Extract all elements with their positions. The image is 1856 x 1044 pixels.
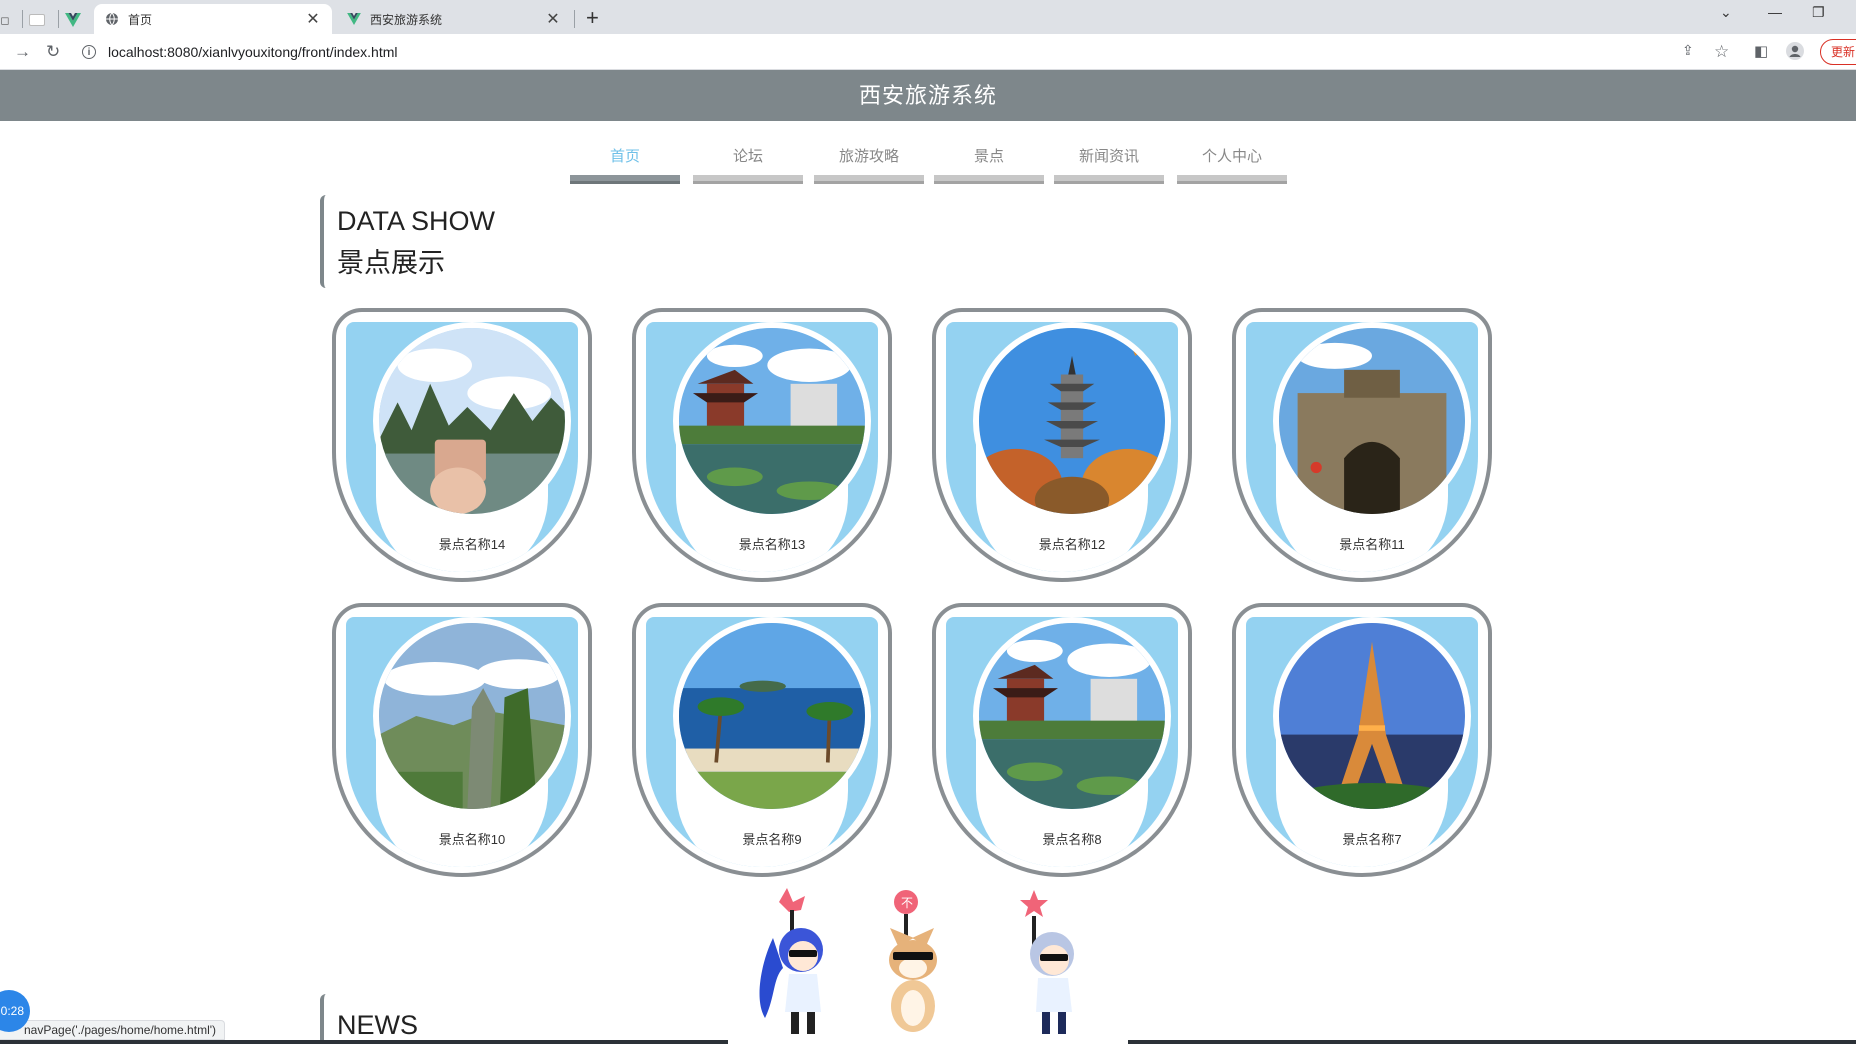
attraction-photo[interactable] (973, 617, 1171, 815)
nav-item-personal-center[interactable]: 个人中心 (1177, 134, 1287, 184)
close-icon[interactable]: ✕ (544, 9, 562, 29)
attraction-name: 景点名称14 (438, 537, 506, 552)
pinned-tab[interactable]: ◻ (0, 6, 18, 34)
attraction-card[interactable]: 景点名称11 (1232, 308, 1492, 582)
attraction-card[interactable]: 景点名称10 (332, 603, 592, 877)
attraction-card[interactable]: 景点名称9 (632, 603, 892, 877)
main-nav: 首页 论坛 旅游攻略 景点 新闻资讯 个人中心 (570, 134, 1290, 184)
nav-label: 个人中心 (1201, 148, 1262, 165)
tab-separator (58, 10, 59, 28)
attraction-card[interactable]: 景点名称14 (332, 308, 592, 582)
close-icon[interactable]: ✕ (304, 9, 322, 29)
attraction-photo[interactable] (1273, 322, 1471, 520)
browser-toolbar: → ↻ i localhost:8080/xianlvyouxitong/fro… (0, 34, 1856, 70)
vue-logo-icon (65, 13, 81, 27)
bookmark-star-icon[interactable]: ☆ (1714, 42, 1729, 62)
svg-text:不: 不 (901, 896, 913, 910)
profile-avatar-icon[interactable] (1786, 42, 1804, 65)
data-show-heading: DATA SHOW 景点展示 (320, 195, 495, 288)
card-backdrop: 景点名称9 (646, 617, 878, 867)
blank-page-icon (29, 14, 45, 26)
forward-arrow-icon[interactable]: → (14, 42, 31, 62)
tab-xian-travel-title: 西安旅游系统 (370, 12, 443, 27)
nav-underline (1054, 175, 1164, 184)
nav-label: 首页 (609, 148, 640, 165)
attraction-card[interactable]: 景点名称12 (932, 308, 1192, 582)
attraction-photo[interactable] (673, 322, 871, 520)
restore-icon[interactable]: ❐ (1812, 4, 1825, 21)
nav-item-forum[interactable]: 论坛 (693, 134, 803, 184)
share-icon[interactable]: ⇪ (1682, 42, 1694, 59)
card-backdrop: 景点名称7 (1246, 617, 1478, 867)
update-button[interactable]: 更新 (1820, 39, 1856, 65)
mascot-girl-silver-icon (1020, 890, 1074, 1034)
nav-underline (570, 175, 680, 184)
mascot-decoration: 不 (728, 888, 1128, 1044)
bottom-band-gap (728, 1038, 1128, 1044)
globe-icon (104, 11, 120, 27)
attraction-name: 景点名称8 (1042, 832, 1102, 847)
attraction-name: 景点名称9 (742, 832, 802, 847)
attraction-photo[interactable] (373, 617, 571, 815)
attraction-name: 景点名称11 (1339, 537, 1405, 552)
news-title-en: NEWS (337, 1010, 418, 1040)
nav-underline (814, 175, 924, 184)
site-info-icon[interactable]: i (82, 45, 96, 59)
attraction-photo[interactable] (973, 322, 1171, 520)
window-icon: ◻ (0, 14, 10, 27)
vue-logo-icon (346, 11, 362, 27)
data-show-title-en: DATA SHOW (337, 206, 496, 236)
nav-item-travel-guide[interactable]: 旅游攻略 (814, 134, 924, 184)
news-heading: NEWS (320, 994, 418, 1044)
nav-item-news[interactable]: 新闻资讯 (1054, 134, 1164, 184)
tab-home[interactable]: 首页 ✕ (94, 4, 332, 34)
reload-icon[interactable]: ↻ (46, 42, 60, 62)
attraction-card[interactable]: 景点名称7 (1232, 603, 1492, 877)
mascot-shiba-dog-icon: 不 (889, 890, 937, 1032)
attraction-photo[interactable] (1273, 617, 1471, 815)
card-backdrop: 景点名称10 (346, 617, 578, 867)
new-tab-plus-icon[interactable]: + (586, 5, 599, 31)
mascot-girl-blue-icon (759, 888, 823, 1034)
data-show-title-cn: 景点展示 (337, 248, 445, 278)
card-backdrop: 景点名称14 (346, 322, 578, 572)
attraction-photo[interactable] (373, 322, 571, 520)
nav-label: 论坛 (732, 148, 763, 165)
address-bar[interactable]: i localhost:8080/xianlvyouxitong/front/i… (82, 38, 1692, 66)
site-title: 西安旅游系统 (858, 83, 997, 108)
site-header: 西安旅游系统 (0, 70, 1856, 121)
pinned-tab-vue[interactable] (60, 6, 86, 34)
nav-label: 旅游攻略 (838, 148, 899, 165)
tab-search-chevron-down-icon[interactable]: ⌄ (1720, 4, 1732, 21)
browser-tabstrip: ◻ 首页 ✕ 西安旅游系统 ✕ + ⌄ — ❐ (0, 0, 1856, 34)
side-panel-icon[interactable]: ◧ (1754, 42, 1768, 60)
nav-item-home[interactable]: 首页 (570, 134, 680, 184)
nav-label: 新闻资讯 (1078, 148, 1139, 165)
minimize-icon[interactable]: — (1768, 4, 1782, 20)
tab-separator (22, 10, 23, 28)
nav-underline (934, 175, 1044, 184)
tab-separator (574, 10, 575, 28)
attraction-name: 景点名称13 (738, 537, 806, 552)
status-bar-link: navPage('./pages/home/home.html') (0, 1020, 226, 1040)
attraction-card[interactable]: 景点名称8 (932, 603, 1192, 877)
nav-underline (1177, 175, 1287, 184)
nav-item-attractions[interactable]: 景点 (934, 134, 1044, 184)
tab-xian-travel[interactable]: 西安旅游系统 ✕ (336, 4, 572, 34)
card-backdrop: 景点名称12 (946, 322, 1178, 572)
attraction-name: 景点名称10 (438, 832, 506, 847)
attraction-card[interactable]: 景点名称13 (632, 308, 892, 582)
attraction-name: 景点名称12 (1038, 537, 1106, 552)
card-backdrop: 景点名称11 (1246, 322, 1478, 572)
nav-underline (693, 175, 803, 184)
pinned-tab-blank[interactable] (24, 6, 50, 34)
attraction-photo[interactable] (673, 617, 871, 815)
card-backdrop: 景点名称8 (946, 617, 1178, 867)
card-backdrop: 景点名称13 (646, 322, 878, 572)
tab-home-title: 首页 (128, 12, 153, 27)
url-text: localhost:8080/xianlvyouxitong/front/ind… (108, 44, 398, 60)
nav-label: 景点 (973, 148, 1004, 165)
attraction-name: 景点名称7 (1342, 832, 1402, 847)
